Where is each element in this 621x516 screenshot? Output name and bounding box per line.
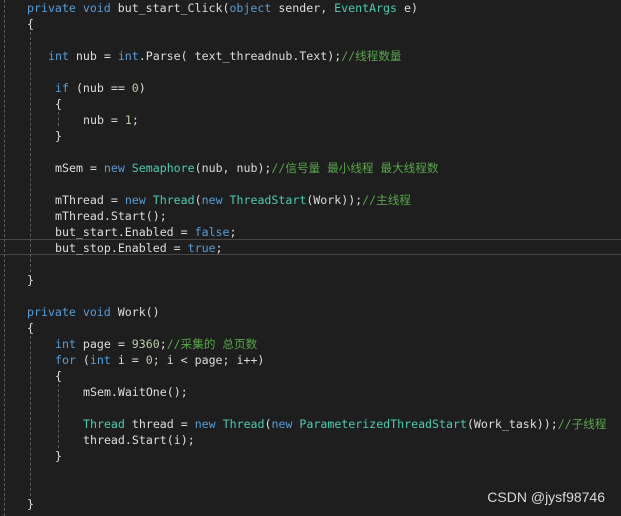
code-token: if bbox=[55, 81, 76, 95]
code-token: { bbox=[55, 97, 62, 111]
code-line[interactable]: int nub = int.Parse( text_threadnub.Text… bbox=[27, 48, 402, 64]
code-token: int bbox=[89, 353, 118, 367]
code-line[interactable]: nub = 1; bbox=[27, 112, 139, 128]
code-line[interactable]: mSem = new Semaphore(nub, nub);//信号量 最小线… bbox=[27, 160, 438, 176]
code-token: EventArgs bbox=[334, 1, 404, 15]
code-token: mThread.Start(); bbox=[55, 209, 167, 223]
code-token: new bbox=[103, 161, 132, 175]
code-token: (nub == bbox=[75, 81, 132, 95]
watermark: CSDN @jysf98746 bbox=[487, 489, 605, 505]
code-editor[interactable]: private void but_start_Click(object send… bbox=[0, 0, 621, 516]
code-line[interactable]: mThread.Start(); bbox=[27, 208, 167, 224]
code-token: ( bbox=[82, 353, 90, 367]
code-line[interactable]: but_stop.Enabled = true; bbox=[27, 240, 223, 256]
code-token: new bbox=[124, 193, 153, 207]
code-line[interactable]: Thread thread = new Thread(new Parameter… bbox=[27, 416, 606, 432]
code-line[interactable]: } bbox=[27, 496, 34, 512]
code-token: but_start.Enabled = bbox=[55, 225, 195, 239]
code-token: int bbox=[48, 49, 76, 63]
code-token: ( bbox=[194, 193, 202, 207]
code-token: Semaphore bbox=[131, 161, 195, 175]
code-token: page = bbox=[82, 337, 132, 351]
code-token: sender, bbox=[278, 1, 335, 15]
code-token: but_stop.Enabled = bbox=[55, 241, 188, 255]
code-token: thread = bbox=[131, 417, 195, 431]
code-line[interactable]: private void Work() bbox=[27, 304, 160, 320]
code-token: private bbox=[27, 305, 83, 319]
code-token: ParameterizedThreadStart bbox=[299, 417, 467, 431]
code-line[interactable]: { bbox=[27, 320, 34, 336]
code-token: new bbox=[194, 417, 223, 431]
code-token: i = bbox=[117, 353, 146, 367]
code-token: void bbox=[82, 305, 118, 319]
code-token: //线程数量 bbox=[341, 49, 402, 63]
code-line[interactable]: { bbox=[27, 16, 34, 32]
code-token: .Parse( text_threadnub.Text); bbox=[138, 49, 342, 63]
code-token: Thread bbox=[152, 193, 195, 207]
code-token: mThread = bbox=[55, 193, 125, 207]
indent-guide bbox=[4, 0, 5, 516]
code-token: //采集的 总页数 bbox=[166, 337, 258, 351]
code-token: } bbox=[27, 497, 34, 511]
code-line[interactable]: for (int i = 0; i < page; i++) bbox=[27, 352, 264, 368]
code-token: void bbox=[82, 1, 118, 15]
code-token: } bbox=[27, 273, 34, 287]
code-token: //主线程 bbox=[362, 193, 411, 207]
code-line[interactable]: { bbox=[27, 96, 62, 112]
code-line[interactable]: mSem.WaitOne(); bbox=[27, 384, 188, 400]
code-token: thread.Start(i); bbox=[83, 433, 195, 447]
code-token: true bbox=[187, 241, 216, 255]
code-token: //子线程 bbox=[557, 417, 607, 431]
code-token: //信号量 最小线程 最大线程数 bbox=[271, 161, 439, 175]
code-token: Work() bbox=[117, 305, 160, 319]
code-token: for bbox=[55, 353, 83, 367]
code-token: nub = bbox=[75, 49, 118, 63]
code-token: nub = bbox=[83, 113, 125, 127]
code-token: ThreadStart bbox=[229, 193, 307, 207]
code-token: object bbox=[229, 1, 279, 15]
code-token: private bbox=[27, 1, 83, 15]
code-line[interactable]: mThread = new Thread(new ThreadStart(Wor… bbox=[27, 192, 411, 208]
code-line[interactable]: thread.Start(i); bbox=[27, 432, 195, 448]
code-token: } bbox=[55, 449, 62, 463]
code-token: (Work_task)); bbox=[466, 417, 558, 431]
code-token: ; bbox=[159, 337, 167, 351]
code-token: ; bbox=[229, 225, 237, 239]
code-token: false bbox=[194, 225, 230, 239]
code-token: new bbox=[271, 417, 300, 431]
code-line[interactable]: int page = 9360;//采集的 总页数 bbox=[27, 336, 257, 352]
code-token: new bbox=[201, 193, 230, 207]
code-token: Thread bbox=[222, 417, 265, 431]
code-token: (Work)); bbox=[306, 193, 363, 207]
code-token: int bbox=[117, 49, 139, 63]
code-token: ) bbox=[138, 81, 146, 95]
code-token: ; bbox=[215, 241, 223, 255]
code-line[interactable]: private void but_start_Click(object send… bbox=[27, 0, 418, 16]
code-line[interactable]: if (nub == 0) bbox=[27, 80, 146, 96]
code-token: int bbox=[55, 337, 83, 351]
code-token: 0 bbox=[131, 81, 139, 95]
code-token: mSem = bbox=[55, 161, 104, 175]
code-token: e) bbox=[403, 1, 418, 15]
code-token: { bbox=[55, 369, 62, 383]
code-token: (nub, nub); bbox=[194, 161, 272, 175]
code-token: 9360 bbox=[131, 337, 160, 351]
code-line[interactable]: { bbox=[27, 368, 62, 384]
code-token: } bbox=[55, 129, 62, 143]
code-token: ; i < page; i++) bbox=[152, 353, 265, 367]
code-token: Thread bbox=[83, 417, 132, 431]
code-line[interactable]: but_start.Enabled = false; bbox=[27, 224, 237, 240]
code-token: 0 bbox=[145, 353, 153, 367]
code-token: ( bbox=[264, 417, 272, 431]
code-line[interactable]: } bbox=[27, 128, 62, 144]
code-token: 1 bbox=[124, 113, 132, 127]
code-token: ; bbox=[131, 113, 139, 127]
code-token: but_start_Click( bbox=[117, 1, 230, 15]
code-token: mSem.WaitOne(); bbox=[83, 385, 188, 399]
code-line[interactable]: } bbox=[27, 272, 34, 288]
code-token: { bbox=[27, 321, 34, 335]
code-line[interactable]: } bbox=[27, 448, 62, 464]
code-token: { bbox=[27, 17, 34, 31]
